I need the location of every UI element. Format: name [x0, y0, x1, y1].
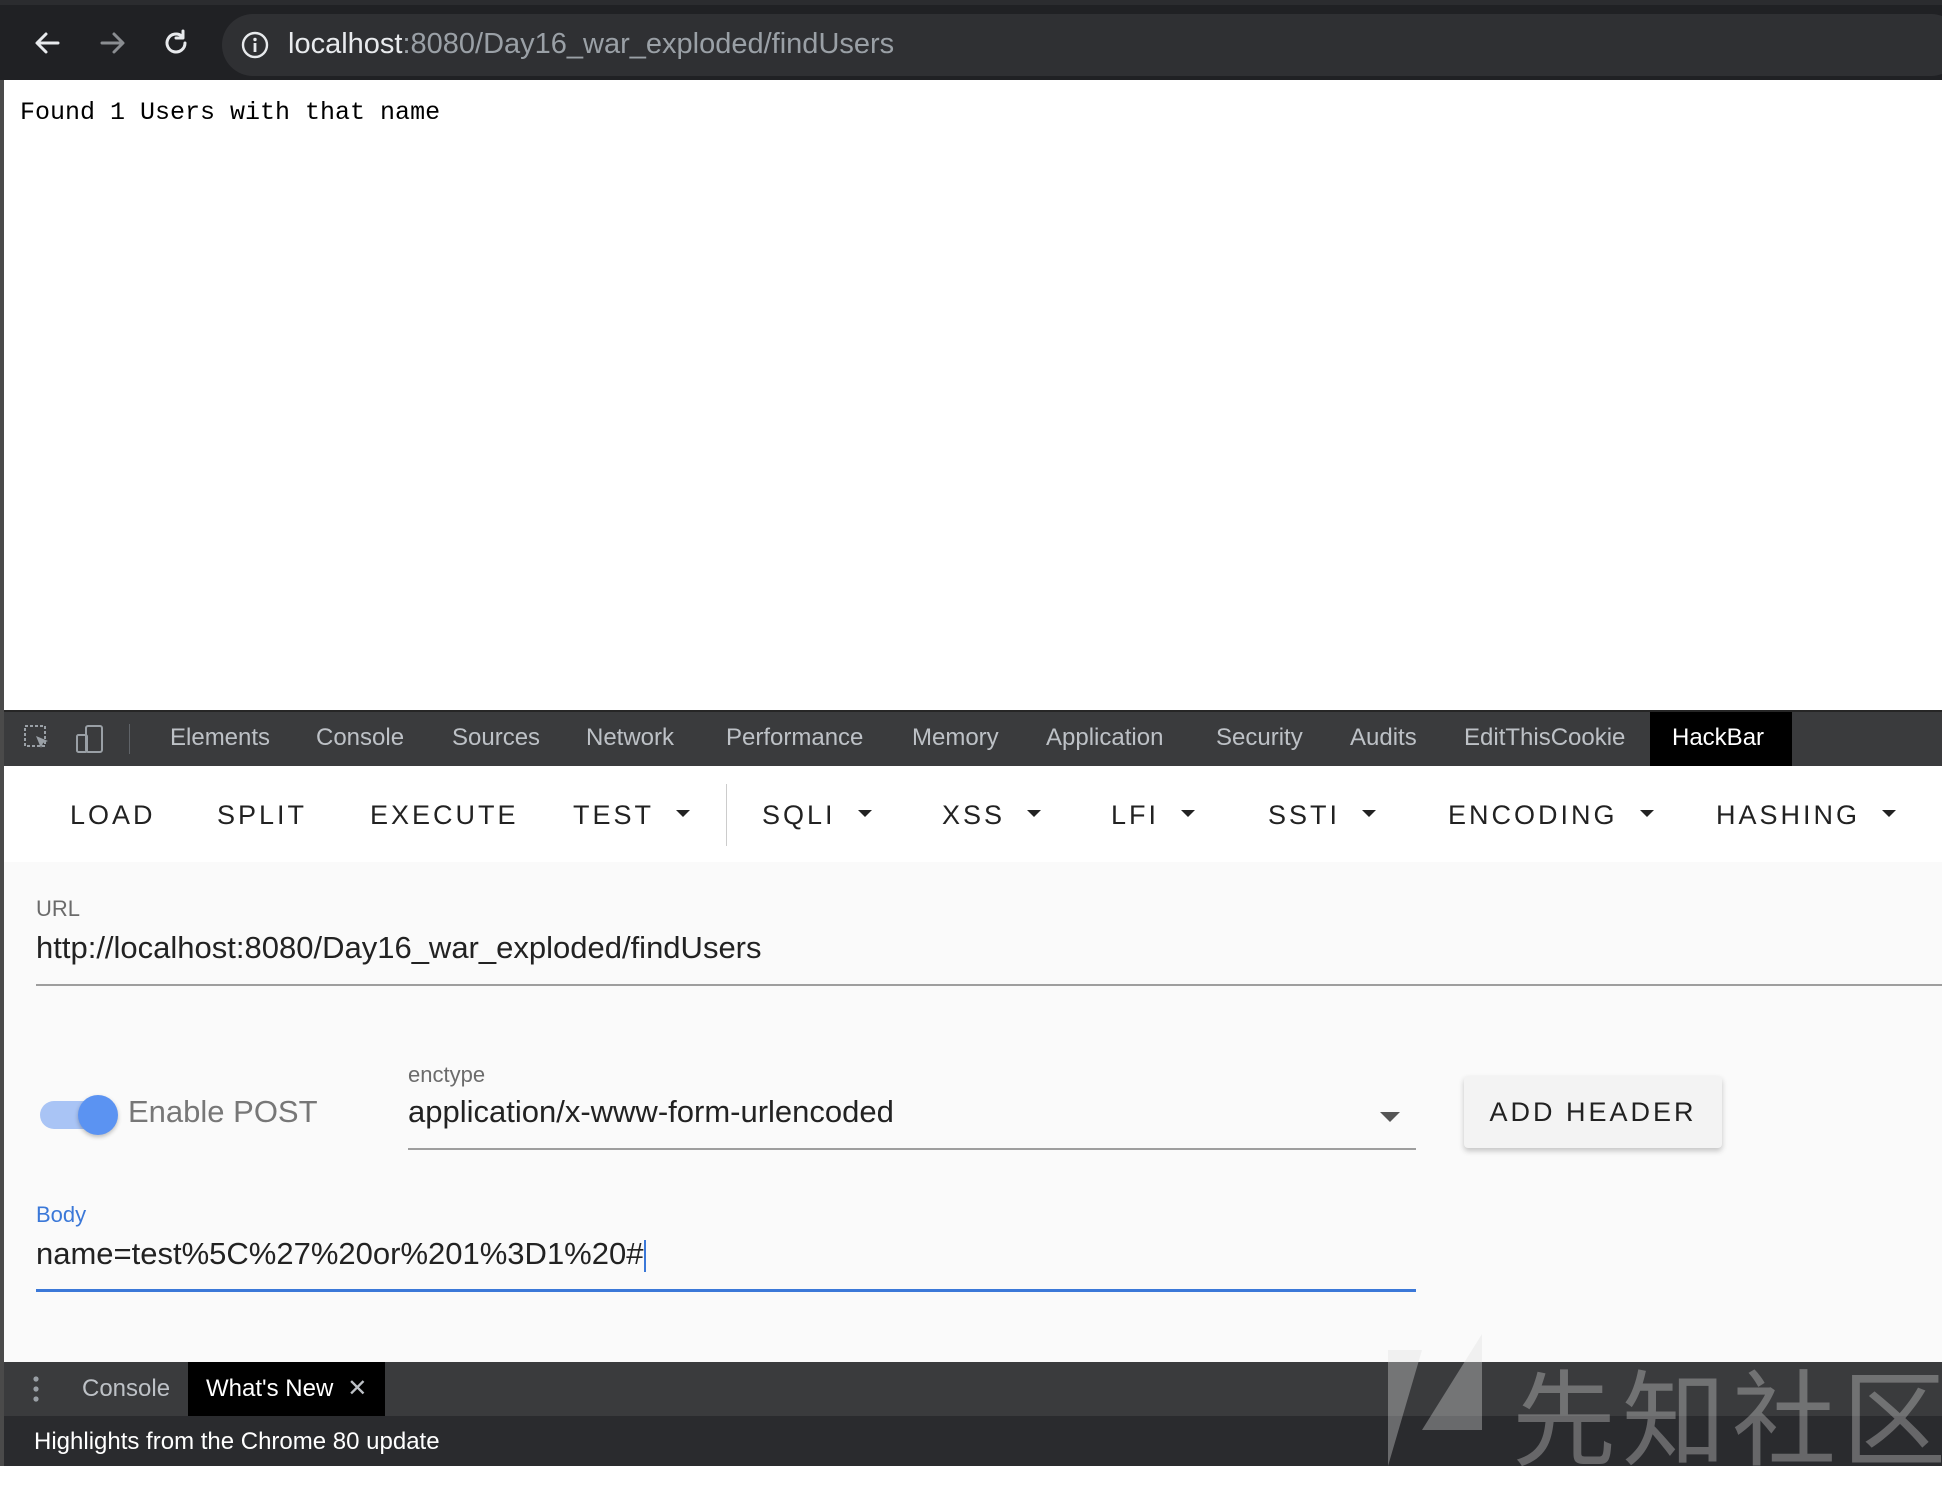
url-path: :8080/Day16_war_exploded/findUsers: [402, 28, 895, 60]
enable-post-toggle-knob[interactable]: [78, 1095, 118, 1135]
reload-icon[interactable]: [156, 23, 196, 63]
test-menu-button[interactable]: TEST: [573, 790, 691, 840]
xss-menu-button[interactable]: XSS: [942, 790, 1042, 840]
tab-application[interactable]: Application: [1024, 712, 1185, 766]
back-arrow-icon[interactable]: [28, 23, 68, 63]
browser-toolbar: localhost:8080/Day16_war_exploded/findUs…: [0, 0, 1942, 80]
tab-audits[interactable]: Audits: [1328, 712, 1439, 766]
hashing-menu-button[interactable]: HASHING: [1716, 790, 1897, 840]
tab-console[interactable]: Console: [294, 712, 426, 766]
device-toolbar-icon[interactable]: [74, 723, 106, 755]
sqli-menu-button[interactable]: SQLI: [762, 790, 872, 840]
test-label: TEST: [573, 800, 655, 830]
execute-button[interactable]: EXECUTE: [370, 790, 519, 840]
chevron-down-icon: [1027, 810, 1042, 818]
drawer-tab-whats-new[interactable]: What's New ✕: [188, 1362, 386, 1416]
lfi-menu-button[interactable]: LFI: [1111, 790, 1196, 840]
body-field-label: Body: [36, 1202, 87, 1227]
address-bar[interactable]: localhost:8080/Day16_war_exploded/findUs…: [222, 14, 1942, 76]
tab-memory[interactable]: Memory: [890, 712, 1021, 766]
text-cursor: [644, 1239, 647, 1272]
info-icon[interactable]: [240, 30, 270, 60]
tab-editthiscookie[interactable]: EditThisCookie: [1442, 712, 1647, 766]
tab-separator: [129, 724, 130, 754]
url-field[interactable]: http://localhost:8080/Day16_war_exploded…: [36, 930, 762, 966]
chevron-down-icon: [1882, 810, 1897, 818]
close-icon[interactable]: ✕: [347, 1375, 367, 1402]
hackbar-toolbar: LOAD SPLIT EXECUTE TEST SQLI XSS LFI SST…: [4, 766, 1942, 862]
lfi-label: LFI: [1111, 800, 1160, 830]
forward-arrow-icon[interactable]: [92, 23, 132, 63]
enable-post-label: Enable POST: [128, 1094, 318, 1129]
enctype-underline: [408, 1148, 1416, 1150]
body-field[interactable]: name=test%5C%27%20or%201%3D1%20#: [36, 1236, 647, 1272]
inspect-element-icon[interactable]: [22, 723, 54, 755]
chevron-down-icon: [857, 810, 872, 818]
hashing-label: HASHING: [1716, 800, 1861, 830]
add-header-button[interactable]: ADD HEADER: [1464, 1076, 1722, 1148]
whats-new-label: What's New: [206, 1375, 334, 1402]
chevron-down-icon: [1181, 810, 1196, 818]
whats-new-headline: Highlights from the Chrome 80 update: [34, 1428, 440, 1455]
load-button[interactable]: LOAD: [70, 790, 156, 840]
chevron-down-icon: [676, 810, 691, 818]
ssti-label: SSTI: [1268, 800, 1341, 830]
tab-network[interactable]: Network: [564, 712, 696, 766]
page-content: Found 1 Users with that name: [4, 80, 1942, 710]
watermark-logo: 先知社区: [1382, 1330, 1942, 1482]
encoding-label: ENCODING: [1448, 800, 1618, 830]
dropdown-arrow-icon[interactable]: [1380, 1112, 1400, 1122]
sqli-label: SQLI: [762, 800, 836, 830]
url-field-underline: [36, 984, 1942, 986]
tab-security[interactable]: Security: [1194, 712, 1325, 766]
chevron-down-icon: [1362, 810, 1377, 818]
more-menu-icon[interactable]: [32, 1374, 40, 1404]
hackbar-panel: URL http://localhost:8080/Day16_war_expl…: [4, 862, 1942, 1362]
tab-sources[interactable]: Sources: [430, 712, 562, 766]
enctype-select[interactable]: application/x-www-form-urlencoded: [408, 1094, 894, 1130]
address-text[interactable]: localhost:8080/Day16_war_exploded/findUs…: [288, 28, 894, 61]
watermark-text: 先知社区: [1512, 1360, 1942, 1482]
body-field-text: name=test%5C%27%20or%201%3D1%20#: [36, 1236, 644, 1271]
tab-elements[interactable]: Elements: [148, 712, 292, 766]
split-button[interactable]: SPLIT: [217, 790, 307, 840]
devtools-tab-bar: Elements Console Sources Network Perform…: [4, 710, 1942, 766]
drawer-tab-console[interactable]: Console: [64, 1362, 188, 1416]
encoding-menu-button[interactable]: ENCODING: [1448, 790, 1654, 840]
tab-hackbar[interactable]: HackBar: [1650, 712, 1792, 766]
ssti-menu-button[interactable]: SSTI: [1268, 790, 1377, 840]
tab-performance[interactable]: Performance: [704, 712, 885, 766]
chevron-down-icon: [1639, 810, 1654, 818]
url-field-label: URL: [36, 896, 81, 921]
url-host: localhost: [288, 28, 403, 60]
xss-label: XSS: [942, 800, 1006, 830]
body-field-underline: [36, 1289, 1416, 1292]
enctype-label: enctype: [408, 1062, 486, 1087]
toolbar-divider: [726, 784, 727, 846]
page-message: Found 1 Users with that name: [20, 98, 441, 127]
